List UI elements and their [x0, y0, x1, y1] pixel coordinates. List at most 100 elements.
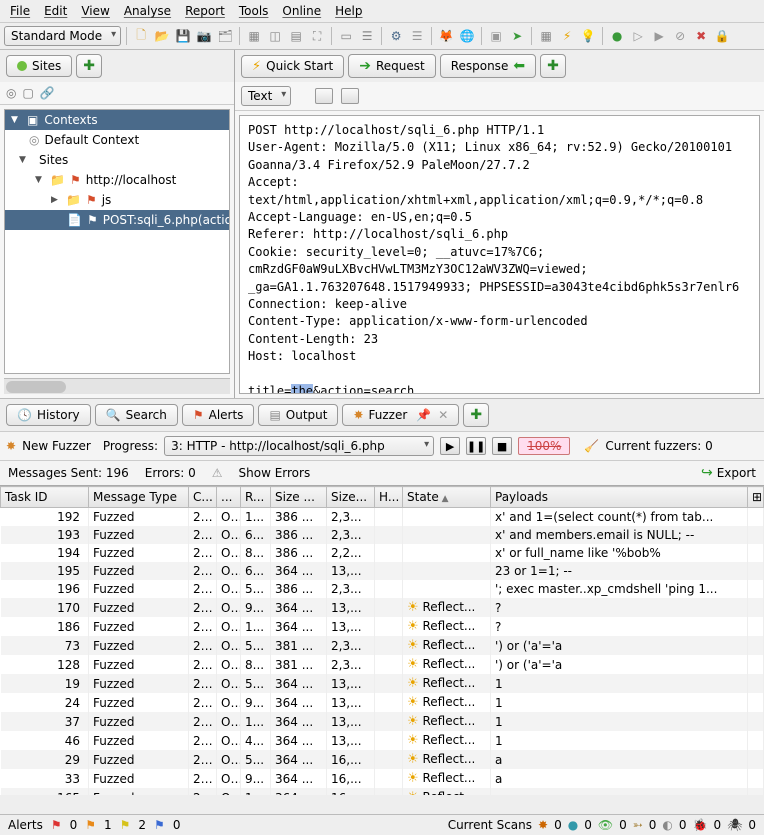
col-state[interactable]: State — [403, 487, 491, 508]
progress-select[interactable]: 3: HTTP - http://localhost/sqli_6.php — [164, 436, 434, 456]
menu-report[interactable]: Report — [179, 2, 231, 20]
options-icon[interactable]: ☰ — [408, 27, 426, 45]
tab-add-bottom[interactable]: ✚ — [463, 403, 489, 427]
col-taskid[interactable]: Task ID — [1, 487, 89, 508]
col-size1[interactable]: Size ... — [271, 487, 327, 508]
snapshot-icon[interactable]: 📷 — [195, 27, 213, 45]
tab-sites[interactable]: Sites — [6, 55, 72, 77]
table-row[interactable]: 194Fuzzed2...OK8...386 ...2,2...x' or fu… — [1, 544, 764, 562]
menu-help[interactable]: Help — [329, 2, 368, 20]
table-row[interactable]: 192Fuzzed2...OK1...386 ...2,3...x' and 1… — [1, 508, 764, 527]
browser-icon[interactable]: 🦊 — [437, 27, 455, 45]
broom-icon[interactable]: 🧹 — [584, 439, 599, 453]
tab-search[interactable]: 🔍Search — [95, 404, 178, 426]
tabs2-icon[interactable]: ☰ — [358, 27, 376, 45]
break-icon[interactable]: ▣ — [487, 27, 505, 45]
col-r[interactable]: R... — [241, 487, 271, 508]
table-row[interactable]: 186Fuzzed2...OK1...364 ...13,...☀ Reflec… — [1, 617, 764, 636]
close-icon[interactable]: ✕ — [438, 408, 448, 422]
forced-icon[interactable]: 🔒 — [713, 27, 731, 45]
step-icon[interactable]: ▷ — [629, 27, 647, 45]
contexts-header[interactable]: ▼▣ Contexts — [5, 110, 229, 130]
view-select[interactable]: Text — [241, 86, 291, 106]
table-row[interactable]: 29Fuzzed2...OK5...364 ...16,...☀ Reflect… — [1, 750, 764, 769]
js-folder[interactable]: ▶📁⚑ js — [5, 190, 229, 210]
sites-root[interactable]: ▼ Sites — [5, 150, 229, 170]
target-icon[interactable]: ◎ — [6, 86, 16, 100]
session-icon[interactable]: 🗂 — [216, 27, 234, 45]
tab-add-right[interactable]: ✚ — [540, 54, 566, 78]
play-button[interactable]: ▶ — [440, 437, 460, 455]
chrome-icon[interactable]: 🌐 — [458, 27, 476, 45]
sites-tree[interactable]: ▼▣ Contexts ◎ Default Context ▼ Sites ▼📁… — [4, 109, 230, 374]
request-body[interactable]: POST http://localhost/sqli_6.php HTTP/1.… — [239, 115, 760, 394]
col-settings[interactable]: ⊞ — [748, 487, 764, 508]
menu-online[interactable]: Online — [276, 2, 327, 20]
menu-tools[interactable]: Tools — [233, 2, 275, 20]
tab-response[interactable]: Response⬅ — [440, 54, 536, 78]
tab-fuzzer[interactable]: ✸Fuzzer📌✕ — [342, 404, 459, 426]
tree-scrollbar[interactable] — [4, 378, 230, 394]
table-row[interactable]: 46Fuzzed2...OK4...364 ...13,...☀ Reflect… — [1, 731, 764, 750]
save-icon[interactable]: 💾 — [174, 27, 192, 45]
table-row[interactable]: 73Fuzzed2...OK5...381 ...2,3...☀ Reflect… — [1, 636, 764, 655]
tab-add[interactable]: ✚ — [76, 54, 102, 78]
tabs1-icon[interactable]: ▭ — [337, 27, 355, 45]
split1-icon[interactable] — [315, 88, 333, 104]
link-icon[interactable]: 🔗 — [40, 86, 55, 100]
menu-file[interactable]: File — [4, 2, 36, 20]
table-row[interactable]: 196Fuzzed2...OK5...386 ...2,3...'; exec … — [1, 580, 764, 598]
layout1-icon[interactable]: ▦ — [245, 27, 263, 45]
menu-view[interactable]: View — [75, 2, 115, 20]
col-dots[interactable]: ... — [217, 487, 241, 508]
menu-analyse[interactable]: Analyse — [118, 2, 177, 20]
tab-output[interactable]: ▤Output — [258, 404, 338, 426]
table-row[interactable]: 19Fuzzed2...OK5...364 ...13,...☀ Reflect… — [1, 674, 764, 693]
expand-icon[interactable]: ⛶ — [308, 27, 326, 45]
new-fuzzer-button[interactable]: New Fuzzer — [22, 439, 91, 453]
tab-history[interactable]: 🕓History — [6, 404, 91, 426]
gear-icon[interactable]: ⚙ — [387, 27, 405, 45]
table-row[interactable]: 165Fuzzed2...OK1...364 ...16,...☀ Reflec… — [1, 788, 764, 795]
new-icon[interactable]: 🗋 — [132, 27, 150, 45]
script-icon[interactable]: ⚡ — [558, 27, 576, 45]
col-h[interactable]: H... — [375, 487, 403, 508]
pin-icon[interactable]: 📌 — [416, 408, 431, 422]
layout3-icon[interactable]: ▤ — [287, 27, 305, 45]
col-c[interactable]: C... — [189, 487, 217, 508]
export-button[interactable]: Export — [717, 466, 756, 480]
col-msgtype[interactable]: Message Type — [89, 487, 189, 508]
pause-button[interactable]: ❚❚ — [466, 437, 486, 455]
table-row[interactable]: 24Fuzzed2...OK9...364 ...13,...☀ Reflect… — [1, 693, 764, 712]
table-row[interactable]: 33Fuzzed2...OK9...364 ...16,...☀ Reflect… — [1, 769, 764, 788]
table-row[interactable]: 193Fuzzed2...OK6...386 ...2,3...x' and m… — [1, 526, 764, 544]
table-row[interactable]: 37Fuzzed2...OK1...364 ...13,...☀ Reflect… — [1, 712, 764, 731]
open-icon[interactable]: 📂 — [153, 27, 171, 45]
post-item[interactable]: 📄⚑ POST:sqli_6.php(actio — [5, 210, 229, 230]
window-icon[interactable]: ▢ — [22, 86, 33, 100]
host-item[interactable]: ▼📁⚑ http://localhost — [5, 170, 229, 190]
send-icon[interactable]: ➤ — [508, 27, 526, 45]
layout2-icon[interactable]: ◫ — [266, 27, 284, 45]
split2-icon[interactable] — [341, 88, 359, 104]
show-errors[interactable]: Show Errors — [239, 466, 311, 480]
delete-icon[interactable]: ✖ — [692, 27, 710, 45]
addon-icon[interactable]: ▦ — [537, 27, 555, 45]
table-row[interactable]: 170Fuzzed2...OK9...364 ...13,...☀ Reflec… — [1, 598, 764, 617]
mode-select[interactable]: Standard Mode — [4, 26, 121, 46]
col-size2[interactable]: Size... — [327, 487, 375, 508]
menu-edit[interactable]: Edit — [38, 2, 73, 20]
tab-alerts[interactable]: ⚑Alerts — [182, 404, 255, 426]
bulb-icon[interactable]: 💡 — [579, 27, 597, 45]
fuzzer-table[interactable]: Task ID Message Type C... ... R... Size … — [0, 485, 764, 795]
tab-quickstart[interactable]: ⚡Quick Start — [241, 55, 344, 78]
default-context[interactable]: ◎ Default Context — [5, 130, 229, 150]
tab-request[interactable]: ➔Request — [348, 54, 435, 78]
stop-icon[interactable]: ⊘ — [671, 27, 689, 45]
stop-button[interactable]: ■ — [492, 437, 512, 455]
table-row[interactable]: 195Fuzzed2...OK6...364 ...13,...23 or 1=… — [1, 562, 764, 580]
record-icon[interactable]: ● — [608, 27, 626, 45]
col-payloads[interactable]: Payloads — [491, 487, 748, 508]
play-icon[interactable]: ▶ — [650, 27, 668, 45]
table-row[interactable]: 128Fuzzed2...OK8...381 ...2,3...☀ Reflec… — [1, 655, 764, 674]
